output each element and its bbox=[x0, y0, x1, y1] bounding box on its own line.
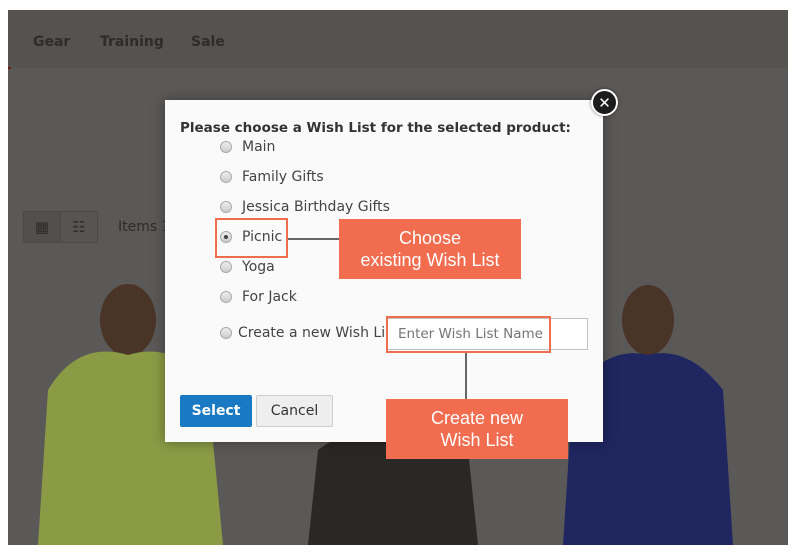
grid-icon[interactable]: ▦ bbox=[24, 212, 61, 242]
view-mode-toggle: ▦ ☷ bbox=[23, 211, 98, 243]
option-label: Yoga bbox=[242, 259, 275, 275]
list-icon[interactable]: ☷ bbox=[61, 212, 97, 242]
radio-yoga[interactable] bbox=[220, 261, 232, 273]
option-label: Create a new Wish List bbox=[238, 325, 398, 341]
radio-jessica-birthday-gifts[interactable] bbox=[220, 201, 232, 213]
nav-training[interactable]: Training bbox=[100, 34, 164, 50]
modal-title: Please choose a Wish List for the select… bbox=[180, 120, 571, 136]
highlight-new-input bbox=[386, 316, 551, 353]
radio-main[interactable] bbox=[220, 141, 232, 153]
radio-for-jack[interactable] bbox=[220, 291, 232, 303]
callout-choose-existing: Choose existing Wish List bbox=[339, 219, 521, 279]
callout-text: Wish List bbox=[440, 430, 514, 450]
close-icon[interactable]: ✕ bbox=[591, 89, 618, 116]
radio-create-new[interactable] bbox=[220, 327, 232, 339]
option-label: Family Gifts bbox=[242, 169, 324, 185]
select-button[interactable]: Select bbox=[180, 395, 252, 427]
option-label: For Jack bbox=[242, 289, 297, 305]
callout-text: Create new bbox=[430, 408, 524, 428]
option-label: Jessica Birthday Gifts bbox=[242, 199, 390, 215]
option-yoga[interactable]: Yoga bbox=[220, 259, 275, 275]
option-label: Main bbox=[242, 139, 276, 155]
nav-gear[interactable]: Gear bbox=[33, 34, 70, 50]
highlight-picnic bbox=[215, 218, 288, 258]
callout-text: Choose bbox=[398, 228, 462, 248]
option-jessica-birthday-gifts[interactable]: Jessica Birthday Gifts bbox=[220, 199, 390, 215]
option-main[interactable]: Main bbox=[220, 139, 275, 155]
active-indicator bbox=[8, 67, 11, 69]
option-for-jack[interactable]: For Jack bbox=[220, 289, 297, 305]
items-count: Items 1 bbox=[118, 219, 171, 235]
callout-connector bbox=[465, 353, 467, 400]
callout-text: existing Wish List bbox=[360, 250, 500, 270]
top-navigation: Gear Training Sale bbox=[8, 10, 788, 68]
radio-family-gifts[interactable] bbox=[220, 171, 232, 183]
callout-create-new: Create new Wish List bbox=[386, 399, 568, 459]
option-create-new[interactable]: Create a new Wish List bbox=[220, 325, 398, 341]
callout-connector bbox=[288, 238, 340, 240]
option-family-gifts[interactable]: Family Gifts bbox=[220, 169, 324, 185]
cancel-button[interactable]: Cancel bbox=[256, 395, 333, 427]
nav-sale[interactable]: Sale bbox=[191, 34, 225, 50]
